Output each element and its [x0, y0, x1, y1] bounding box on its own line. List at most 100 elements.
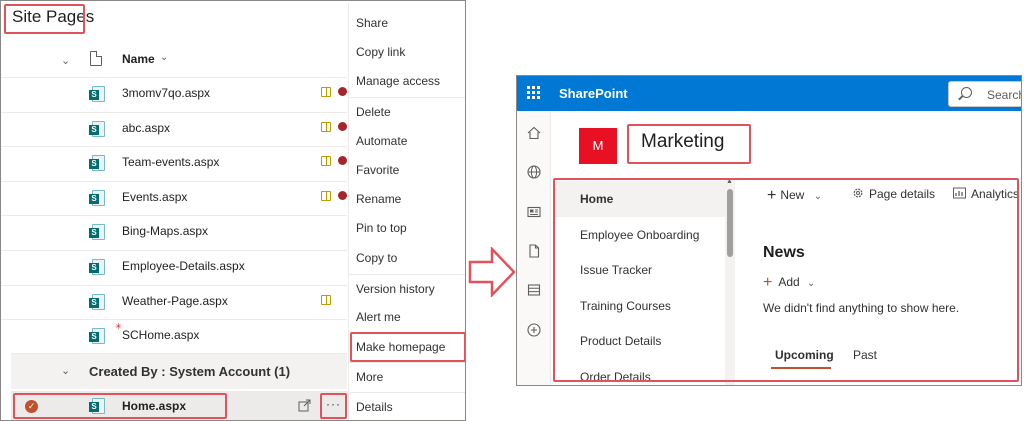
menu-item-make-homepage[interactable]: Make homepage: [349, 333, 465, 361]
search-icon: [961, 87, 972, 98]
book-icon: [321, 121, 331, 132]
sharepoint-page-icon: S: [89, 155, 105, 172]
globe-icon[interactable]: [527, 165, 541, 179]
column-header: ⌄ Name ⌄: [1, 47, 347, 75]
add-circle-icon[interactable]: [527, 323, 541, 337]
sharepoint-page-icon: S: [89, 120, 105, 137]
page-details-label: Page details: [869, 187, 936, 201]
file-name[interactable]: Team-events.aspx: [122, 155, 219, 169]
suite-bar: SharePoint Search: [517, 76, 1022, 111]
plus-icon: +: [763, 274, 773, 291]
home-icon[interactable]: [527, 126, 541, 140]
menu-item-favorite[interactable]: Favorite: [349, 156, 465, 184]
sharepoint-page-icon: S: [89, 398, 105, 414]
more-icon[interactable]: ···: [326, 397, 341, 411]
chevron-down-icon: ⌄: [807, 278, 816, 289]
news-icon[interactable]: [527, 205, 541, 219]
arrow-right-icon: [468, 247, 516, 297]
sharepoint-brand[interactable]: SharePoint: [559, 86, 628, 101]
file-row[interactable]: S Events.aspx: [1, 180, 347, 216]
menu-item-manage-access[interactable]: Manage access: [349, 67, 465, 95]
check-circle-icon[interactable]: ✓: [25, 400, 38, 413]
nav-scrollbar[interactable]: ▲: [725, 179, 735, 385]
chevron-down-icon: ⌄: [813, 191, 823, 202]
nav-item-order-details[interactable]: Order Details: [555, 359, 725, 386]
site-title[interactable]: Marketing: [641, 131, 724, 153]
menu-item-pin-to-top[interactable]: Pin to top: [349, 214, 465, 242]
sharepoint-page-icon: S: [89, 328, 105, 345]
file-row[interactable]: S ✳ SCHome.aspx: [1, 319, 347, 354]
page-details-button[interactable]: Page details: [852, 187, 935, 201]
analytics-button[interactable]: Analytics: [953, 187, 1019, 201]
chevron-down-icon[interactable]: ⌄: [61, 54, 70, 67]
menu-item-share[interactable]: Share: [349, 9, 465, 37]
page-title: Site Pages: [12, 7, 95, 26]
chevron-down-icon[interactable]: ⌄: [61, 364, 70, 377]
analytics-icon: [953, 187, 966, 199]
site-navigation: Home Employee Onboarding Issue Tracker Trai…: [555, 179, 735, 385]
file-name[interactable]: Weather-Page.aspx: [122, 294, 228, 308]
menu-item-details[interactable]: Details: [349, 392, 465, 420]
command-bar: + New ⌄ Page details Analytics: [757, 184, 1021, 208]
book-icon: [321, 190, 331, 201]
file-row[interactable]: S Bing-Maps.aspx: [1, 215, 347, 250]
nav-item-issue-tracker[interactable]: Issue Tracker: [555, 252, 725, 288]
file-row[interactable]: S Employee-Details.aspx: [1, 250, 347, 285]
book-icon: [321, 156, 331, 167]
analytics-label: Analytics: [971, 187, 1020, 201]
file-icon[interactable]: [527, 244, 541, 258]
site-logo[interactable]: M: [579, 128, 617, 164]
file-row[interactable]: S Team-events.aspx: [1, 146, 347, 181]
nav-item-training-courses[interactable]: Training Courses: [555, 288, 725, 324]
menu-item-copy-to[interactable]: Copy to: [349, 244, 465, 272]
waffle-icon[interactable]: [527, 86, 541, 100]
menu-item-copy-link[interactable]: Copy link: [349, 38, 465, 66]
add-news-button[interactable]: + Add ⌄: [763, 274, 815, 292]
menu-item-delete[interactable]: Delete: [349, 97, 465, 125]
sharepoint-page-icon: S: [89, 86, 105, 102]
search-placeholder: Search: [987, 88, 1022, 102]
file-row[interactable]: S 3momv7qo.aspx: [1, 77, 347, 112]
sharepoint-page-icon: S: [89, 259, 105, 275]
plus-icon: +: [767, 187, 777, 204]
share-icon[interactable]: [298, 398, 312, 412]
scroll-up-icon[interactable]: ▲: [726, 179, 733, 185]
file-name[interactable]: SCHome.aspx: [122, 328, 199, 342]
blocked-icon: [338, 190, 347, 200]
menu-item-version-history[interactable]: Version history: [349, 274, 465, 302]
file-row[interactable]: Sabc.aspx: [1, 111, 347, 147]
sharepoint-page-icon: S: [89, 189, 105, 206]
menu-item-rename[interactable]: Rename: [349, 185, 465, 213]
book-icon: [321, 294, 331, 305]
selected-file-name[interactable]: Home.aspx: [122, 399, 186, 413]
menu-item-automate[interactable]: Automate: [349, 127, 465, 155]
menu-item-more[interactable]: More: [349, 362, 465, 390]
search-input[interactable]: Search: [948, 81, 1022, 107]
group-label: Created By : System Account (1): [89, 364, 291, 379]
new-sparkle-icon: ✳: [115, 322, 122, 332]
active-tab-indicator: [771, 367, 831, 369]
file-name[interactable]: Employee-Details.aspx: [122, 259, 245, 273]
file-name[interactable]: 3momv7qo.aspx: [122, 86, 210, 100]
nav-item-product-details[interactable]: Product Details: [555, 323, 725, 359]
list-icon[interactable]: [527, 283, 541, 297]
file-name[interactable]: abc.aspx: [122, 121, 170, 135]
name-column-header[interactable]: Name: [122, 52, 155, 66]
scrollbar-thumb[interactable]: [727, 189, 733, 257]
file-name[interactable]: Bing-Maps.aspx: [122, 224, 208, 238]
new-label: New: [780, 188, 805, 202]
nav-item-home[interactable]: Home: [555, 181, 725, 217]
nav-item-employee-onboarding[interactable]: Employee Onboarding: [555, 217, 725, 253]
tab-past[interactable]: Past: [853, 348, 877, 362]
file-name[interactable]: Events.aspx: [122, 190, 187, 204]
tab-upcoming[interactable]: Upcoming: [775, 348, 834, 362]
site-pages-library: Site Pages ⌄ Name ⌄ S 3momv7qo.aspx Sabc.a…: [0, 0, 466, 421]
gear-icon: [853, 188, 863, 198]
file-row[interactable]: S Weather-Page.aspx: [1, 284, 347, 320]
new-button[interactable]: + New ⌄: [767, 187, 822, 205]
sharepoint-page-icon: S: [89, 224, 105, 241]
menu-item-alert-me[interactable]: Alert me: [349, 303, 465, 331]
chevron-down-icon[interactable]: ⌄: [160, 52, 168, 63]
group-header[interactable]: ⌄ Created By : System Account (1): [11, 353, 347, 389]
selected-file-row[interactable]: ✓ S Home.aspx ···: [11, 391, 347, 420]
